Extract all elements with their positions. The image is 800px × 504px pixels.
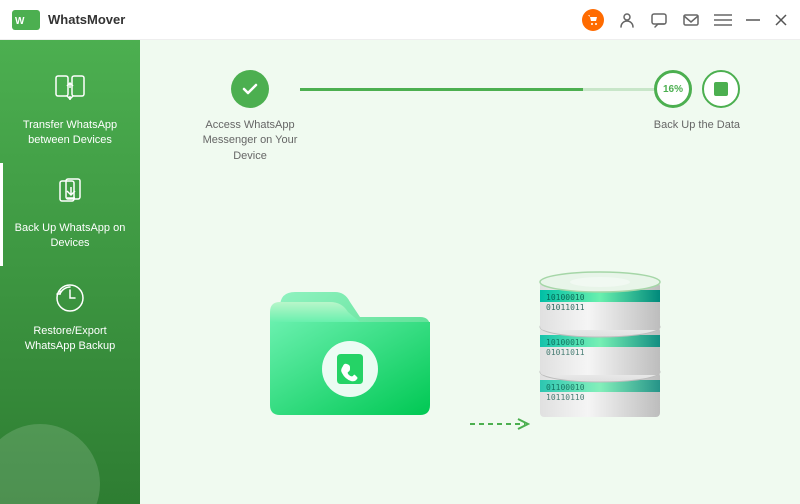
svg-text:01011011: 01011011 — [546, 348, 585, 357]
content-area: Access WhatsApp Messenger on Your Device… — [140, 40, 800, 504]
transfer-icon — [52, 74, 88, 110]
step1-circle — [231, 70, 269, 108]
close-button[interactable] — [774, 13, 788, 27]
svg-text:01100010: 01100010 — [546, 383, 585, 392]
sidebar-item-backup-label: Back Up WhatsApp on Devices — [10, 221, 130, 252]
progress-section: Access WhatsApp Messenger on Your Device… — [140, 40, 800, 184]
app-logo: W — [12, 10, 40, 30]
svg-text:10100010: 10100010 — [546, 338, 585, 347]
folder-svg — [260, 257, 440, 427]
svg-text:10110110: 10110110 — [546, 393, 585, 402]
sidebar: Transfer WhatsApp between Devices Back U… — [0, 40, 140, 504]
sidebar-item-transfer[interactable]: Transfer WhatsApp between Devices — [0, 60, 140, 163]
step2-percent-circle: 16% — [654, 70, 692, 108]
minimize-button[interactable] — [746, 13, 760, 27]
title-bar-right — [582, 9, 788, 31]
database-svg: 01100010 10110110 10100010 01011011 — [520, 252, 680, 432]
menu-icon[interactable] — [714, 11, 732, 29]
main-layout: Transfer WhatsApp between Devices Back U… — [0, 40, 800, 504]
chat-icon[interactable] — [650, 11, 668, 29]
step1-label: Access WhatsApp Messenger on Your Device — [200, 118, 300, 164]
svg-text:10100010: 10100010 — [546, 293, 585, 302]
title-bar: W WhatsMover — [0, 0, 800, 40]
steps-row: Access WhatsApp Messenger on Your Device… — [200, 70, 740, 164]
svg-text:W: W — [15, 16, 25, 27]
sidebar-item-restore[interactable]: Restore/Export WhatsApp Backup — [0, 266, 140, 369]
sidebar-item-restore-label: Restore/Export WhatsApp Backup — [10, 324, 130, 355]
folder-illustration — [260, 257, 440, 432]
step2-label: Back Up the Data — [654, 118, 740, 133]
user-icon[interactable] — [618, 11, 636, 29]
email-icon[interactable] — [682, 11, 700, 29]
svg-text:01011011: 01011011 — [546, 303, 585, 312]
cart-icon[interactable] — [582, 9, 604, 31]
backup-icon — [52, 177, 88, 213]
sidebar-decoration — [0, 424, 100, 504]
step-1: Access WhatsApp Messenger on Your Device — [200, 70, 300, 164]
app-name: WhatsMover — [48, 12, 125, 27]
illustration-area: 01100010 10110110 10100010 01011011 — [140, 184, 800, 504]
step-2: 16% Back Up the Data — [654, 70, 740, 133]
restore-icon — [52, 280, 88, 316]
sidebar-item-transfer-label: Transfer WhatsApp between Devices — [10, 118, 130, 149]
title-bar-left: W WhatsMover — [12, 10, 125, 30]
sidebar-item-backup[interactable]: Back Up WhatsApp on Devices — [0, 163, 140, 266]
stop-square — [714, 82, 728, 96]
step2-stop-button[interactable] — [702, 70, 740, 108]
progress-line — [300, 88, 654, 91]
database-illustration: 01100010 10110110 10100010 01011011 — [520, 252, 680, 437]
